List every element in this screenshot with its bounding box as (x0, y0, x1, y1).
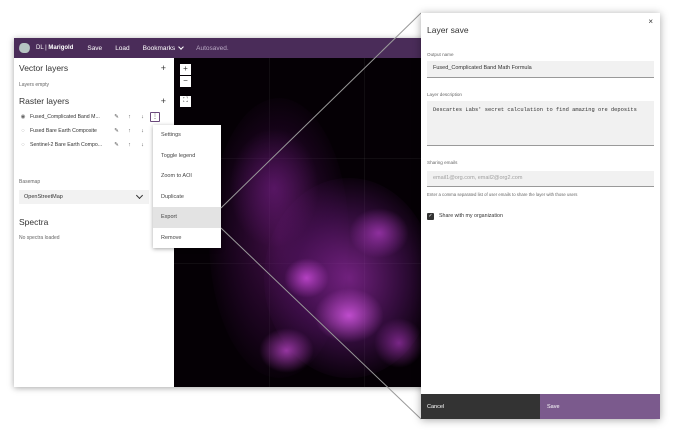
output-name-input[interactable]: Fused_Complicated Band Math Formula (427, 61, 654, 78)
save-layer-button[interactable]: Save (540, 394, 660, 419)
sharing-emails-label: Sharing emails (427, 160, 458, 165)
output-name-label: Output name (427, 52, 454, 57)
sharing-emails-hint: Enter a comma separated list of user ema… (427, 192, 578, 197)
description-textarea[interactable]: Descartes Labs' secret calculation to fi… (427, 101, 654, 146)
description-label: Layer description (427, 92, 462, 97)
callout-line (220, 12, 422, 209)
share-org-checkbox[interactable]: ✓ (427, 213, 434, 220)
layer-save-dialog: Layer save × Output name Fused_Complicat… (421, 13, 660, 419)
close-icon[interactable]: × (648, 17, 653, 26)
sharing-emails-input[interactable]: email1@org.com, email2@org2.com (427, 171, 654, 187)
callout-line (220, 227, 422, 420)
dialog-title: Layer save (427, 25, 469, 35)
cancel-button[interactable]: Cancel (421, 394, 540, 419)
share-org-label: Share with my organization (439, 213, 503, 219)
